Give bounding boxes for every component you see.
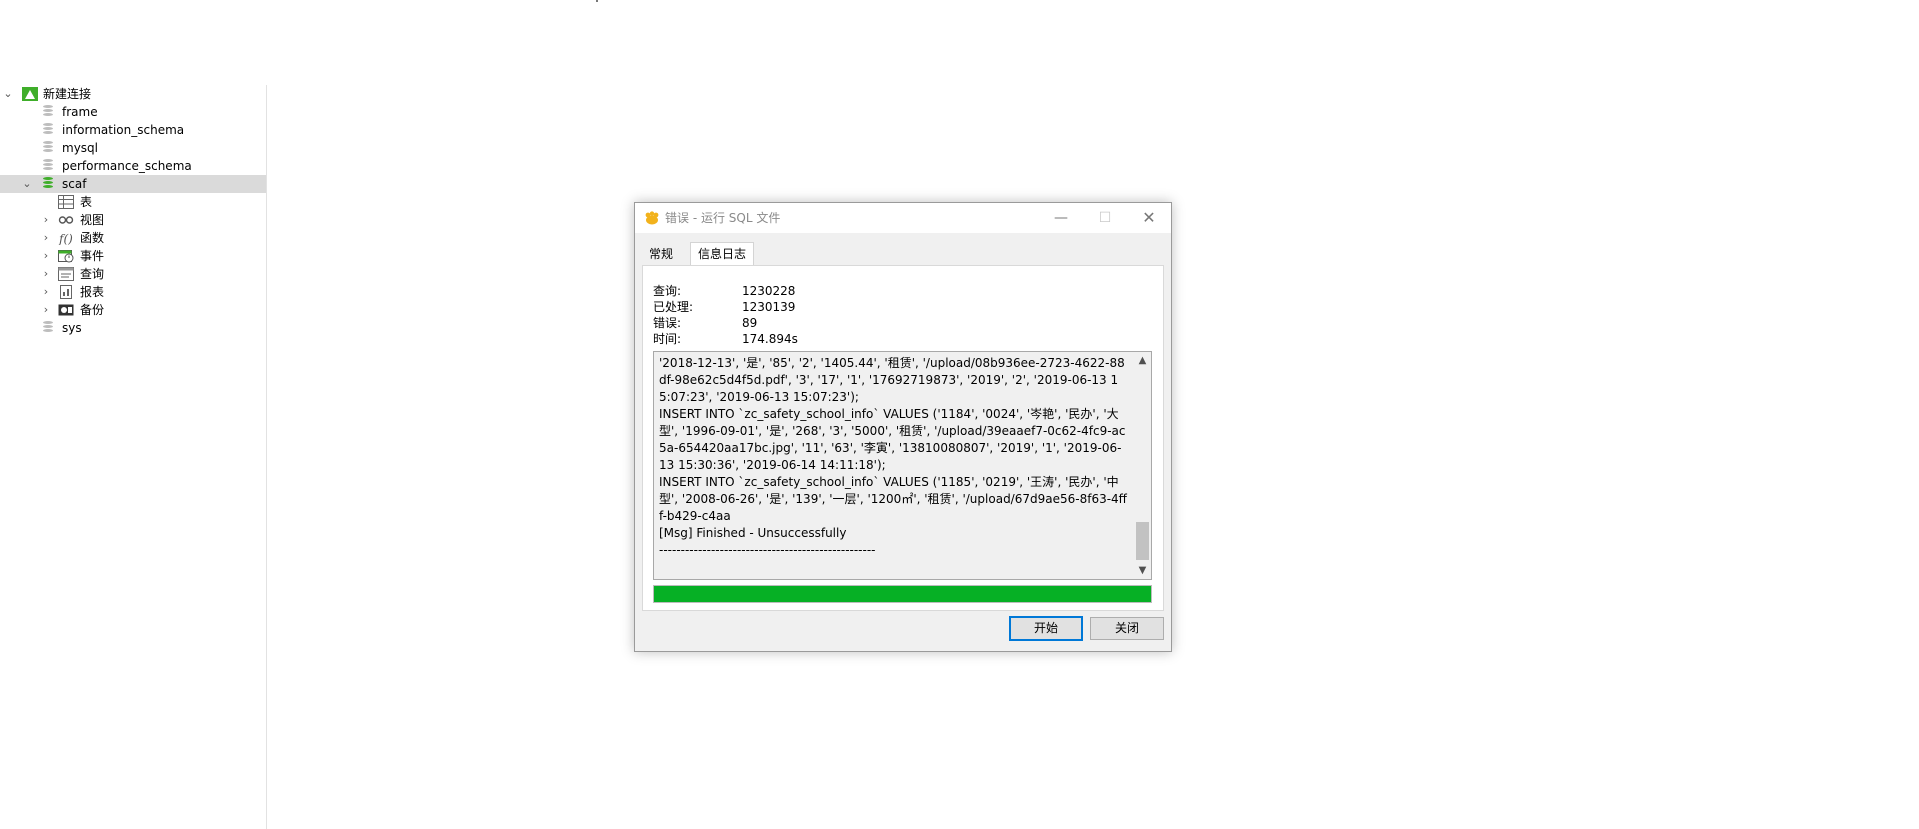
navicat-icon [645,211,659,225]
function-icon: f() [58,232,73,245]
dialog-title: 错误 - 运行 SQL 文件 [665,211,781,225]
chevron-right-icon[interactable]: › [40,211,52,229]
tree-item-label: information_schema [62,123,185,137]
tree-item-object[interactable]: › 备份 [0,301,266,319]
tree-item-label: mysql [62,141,98,155]
tree-item-object[interactable]: › 报表 [0,283,266,301]
start-button[interactable]: 开始 [1009,616,1083,641]
tree-item-database[interactable]: performance_schema [0,157,266,175]
tree-item-database[interactable]: mysql [0,139,266,157]
database-icon [42,177,58,191]
chevron-down-icon[interactable]: ⌄ [2,85,14,103]
tree-item-label: 备份 [80,303,105,317]
tree-item-label: 表 [80,195,93,209]
chevron-right-icon[interactable]: › [40,265,52,283]
stat-label: 已处理: [653,300,694,314]
stat-label: 错误: [653,316,682,330]
view-icon [58,216,74,224]
tab-message-log[interactable]: 信息日志 [690,242,755,266]
tree-item-object[interactable]: 表 [0,193,266,211]
stat-queries: 查询: 1230228 [653,283,953,299]
tree-item-label: frame [62,105,98,119]
tree-item-database[interactable]: sys [0,319,266,337]
close-button[interactable]: 关闭 [1090,617,1164,640]
log-text: '2018-12-13', '是', '85', '2', '1405.44',… [659,356,1127,557]
scrollbar-thumb[interactable] [1136,522,1149,560]
database-icon [42,123,58,137]
tree-item-object[interactable]: › f() 函数 [0,229,266,247]
chevron-down-icon[interactable]: ⌄ [21,175,33,193]
message-log-textarea[interactable]: '2018-12-13', '是', '85', '2', '1405.44',… [653,351,1152,580]
tree-item-connection[interactable]: ⌄ 新建连接 [0,85,266,103]
database-icon [42,105,58,119]
tree-item-object[interactable]: › 查询 [0,265,266,283]
tree-item-label: 新建连接 [43,87,92,101]
stat-value: 1230228 [742,284,796,298]
scroll-down-arrow-icon[interactable]: ▼ [1134,562,1151,579]
connection-icon [22,87,38,101]
event-icon [58,250,74,263]
database-icon [42,141,58,155]
progress-bar [653,585,1152,603]
database-icon [42,159,58,173]
stat-time: 时间: 174.894s [653,331,953,347]
tree-item-label: sys [62,321,82,335]
stat-value: 1230139 [742,300,796,314]
scroll-up-arrow-icon[interactable]: ▲ [1134,352,1151,369]
chevron-right-icon[interactable]: › [40,229,52,247]
backup-icon [58,304,74,316]
tree-item-label: 函数 [80,231,105,245]
tree-item-label: scaf [62,177,87,191]
tree-item-object[interactable]: › 事件 [0,247,266,265]
tab-general[interactable]: 常规 [642,243,680,265]
table-icon [58,195,74,209]
chevron-right-icon[interactable]: › [40,301,52,319]
stat-value: 174.894s [742,332,798,346]
stat-label: 时间: [653,332,682,346]
tree-item-label: 查询 [80,267,105,281]
tree-item-label: performance_schema [62,159,192,173]
tree-item-label: 报表 [80,285,105,299]
query-icon [58,267,74,281]
stat-value: 89 [742,316,758,330]
dialog-title-bar[interactable]: 错误 - 运行 SQL 文件 — ☐ ✕ [635,203,1171,233]
navigation-tree: ⌄ 新建连接 frame information_schemamysql perform… [0,85,266,829]
stray-dot [596,0,598,2]
close-window-button[interactable]: ✕ [1127,203,1171,233]
run-stats: 查询: 1230228 已处理: 1230139 错误: 89 时间: 174.… [653,283,953,347]
svg-text:f(): f() [58,232,73,245]
progress-fill [654,586,1151,602]
tree-item-label: 视图 [80,213,105,227]
tree-item-label: 事件 [80,249,105,263]
maximize-button[interactable]: ☐ [1083,203,1127,233]
tree-item-database[interactable]: frame [0,103,266,121]
tree-item-object[interactable]: › 视图 [0,211,266,229]
stat-errors: 错误: 89 [653,315,953,331]
log-scrollbar[interactable]: ▲ ▼ [1134,352,1151,579]
tree-item-database[interactable]: information_schema [0,121,266,139]
run-sql-file-dialog: 错误 - 运行 SQL 文件 — ☐ ✕ 常规 信息日志 查询: 1230228… [634,202,1172,652]
stat-processed: 已处理: 1230139 [653,299,953,315]
stat-label: 查询: [653,284,682,298]
chevron-right-icon[interactable]: › [40,247,52,265]
database-icon [42,321,58,335]
report-icon [60,285,72,299]
tree-divider [266,85,267,829]
minimize-button[interactable]: — [1039,203,1083,233]
tree-item-database-active[interactable]: ⌄ scaf [0,175,266,193]
chevron-right-icon[interactable]: › [40,283,52,301]
